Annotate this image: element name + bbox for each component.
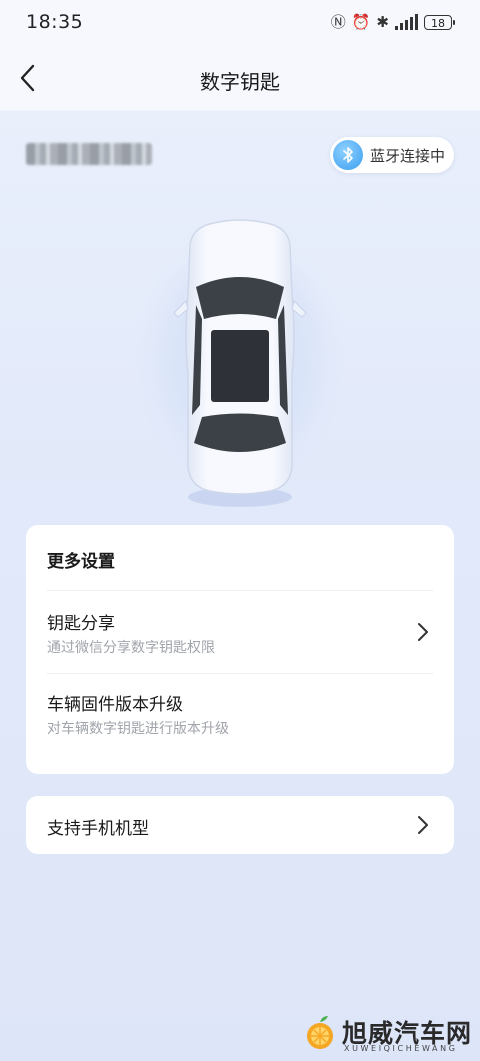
key-share-title: 钥匙分享 [47,614,115,634]
car-illustration [130,205,350,515]
app-header: 数字钥匙 [0,48,480,110]
key-share-row[interactable]: 钥匙分享 通过微信分享数字钥匙权限 [26,591,454,673]
supported-phones-label: 支持手机机型 [47,819,149,839]
key-share-subtitle: 通过微信分享数字钥匙权限 [47,640,215,656]
page-title: 数字钥匙 [200,70,280,94]
orange-logo-icon [307,1016,333,1049]
battery-icon: 18 [424,14,455,30]
firmware-upgrade-row[interactable]: 车辆固件版本升级 对车辆数字钥匙进行版本升级 [26,674,454,754]
status-time: 18:35 [26,11,84,33]
bluetooth-status-badge[interactable]: 蓝牙连接中 [330,137,454,173]
digital-key-screen: 18:35 Ⓝ ⏰ ✱ 18 数字钥匙 蓝牙连接中 更多设置 钥匙分享 通过微信… [0,0,480,1061]
nfc-icon: Ⓝ [330,13,346,31]
more-settings-card: 更多设置 钥匙分享 通过微信分享数字钥匙权限 车辆固件版本升级 对车辆数字钥匙进… [26,525,454,774]
chevron-right-icon [418,623,428,641]
firmware-upgrade-title: 车辆固件版本升级 [47,695,183,715]
section-title: 更多设置 [47,552,115,572]
license-plate-blurred [26,143,152,165]
chevron-right-icon [418,816,428,834]
supported-phones-card[interactable]: 支持手机机型 [26,796,454,854]
firmware-upgrade-subtitle: 对车辆数字钥匙进行版本升级 [47,721,229,737]
alarm-icon: ⏰ [351,13,371,31]
status-bar: 18:35 Ⓝ ⏰ ✱ 18 [0,0,480,48]
signal-icon [395,14,418,30]
bluetooth-status-icon: ✱ [376,13,389,31]
bluetooth-status-text: 蓝牙连接中 [370,146,446,165]
site-watermark: 旭威汽车网 XUWEIQICHEWANG [300,1010,475,1058]
status-icons: Ⓝ ⏰ ✱ 18 [330,13,455,31]
watermark-name-en: XUWEIQICHEWANG [344,1044,458,1053]
bluetooth-icon [333,140,363,170]
